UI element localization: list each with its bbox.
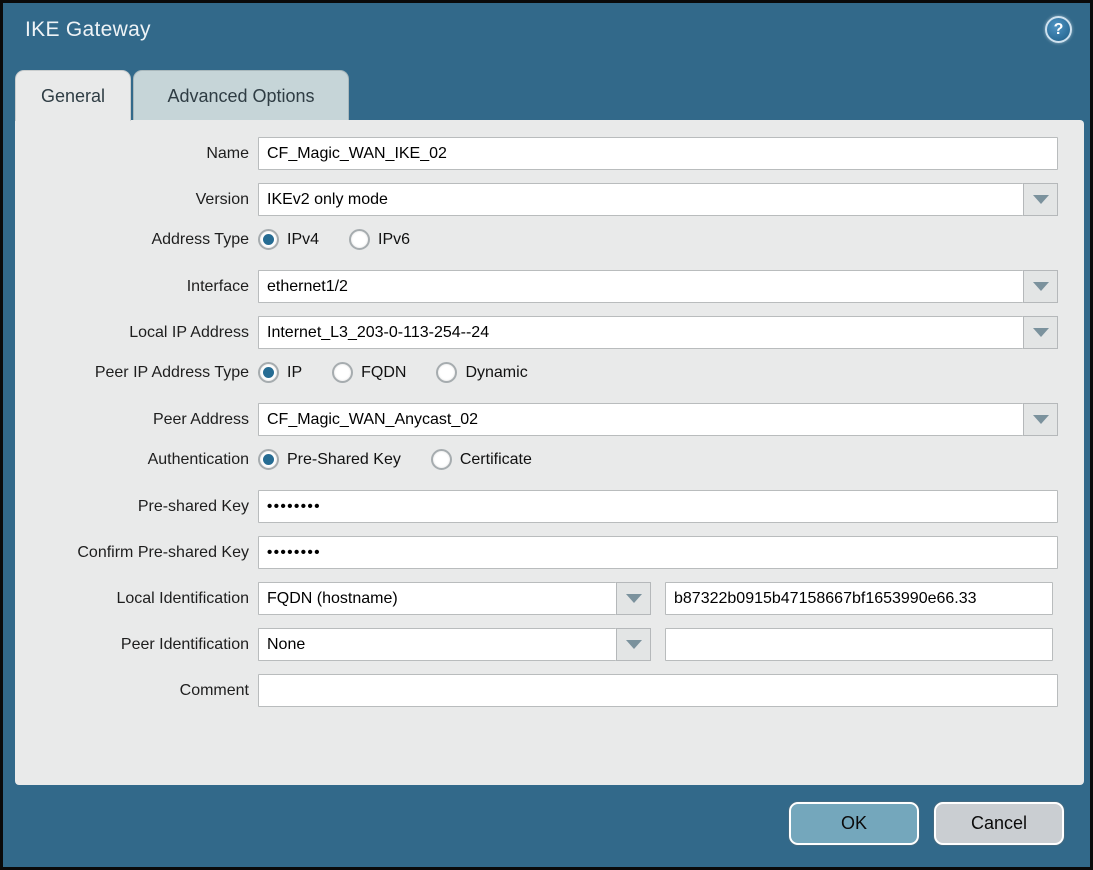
- peer-id-type-input[interactable]: [258, 628, 616, 661]
- peer-address-row: Peer Address: [15, 403, 1084, 436]
- ipv4-radio[interactable]: [258, 229, 279, 250]
- local-ip-input[interactable]: [258, 316, 1023, 349]
- tab-advanced-options[interactable]: Advanced Options: [133, 70, 349, 121]
- peer-address-input[interactable]: [258, 403, 1023, 436]
- interface-label: Interface: [15, 278, 258, 296]
- address-type-ipv6-option[interactable]: IPv6: [349, 229, 410, 250]
- version-label: Version: [15, 191, 258, 209]
- general-tab-panel: Name Version Address Type IPv4: [15, 120, 1084, 785]
- help-icon[interactable]: ?: [1045, 16, 1072, 43]
- pre-shared-key-radio-label: Pre-Shared Key: [287, 451, 401, 469]
- peer-type-ip-option[interactable]: IP: [258, 362, 302, 383]
- address-type-ipv4-option[interactable]: IPv4: [258, 229, 319, 250]
- dynamic-radio[interactable]: [436, 362, 457, 383]
- local-ip-dropdown: [258, 316, 1058, 349]
- local-ip-dropdown-button[interactable]: [1023, 316, 1058, 349]
- ipv6-radio[interactable]: [349, 229, 370, 250]
- pre-shared-key-row: Pre-shared Key: [15, 490, 1084, 523]
- confirm-pre-shared-key-input[interactable]: [258, 536, 1058, 569]
- peer-ip-type-label: Peer IP Address Type: [15, 364, 258, 382]
- local-ip-label: Local IP Address: [15, 324, 258, 342]
- pre-shared-key-label: Pre-shared Key: [15, 498, 258, 516]
- dynamic-radio-label: Dynamic: [465, 364, 527, 382]
- interface-dropdown: [258, 270, 1058, 303]
- interface-input[interactable]: [258, 270, 1023, 303]
- comment-input[interactable]: [258, 674, 1058, 707]
- name-label: Name: [15, 145, 258, 163]
- local-id-type-input[interactable]: [258, 582, 616, 615]
- dialog-titlebar: IKE Gateway ?: [3, 3, 1090, 59]
- confirm-pre-shared-key-row: Confirm Pre-shared Key: [15, 536, 1084, 569]
- chevron-down-icon: [1033, 415, 1049, 424]
- ipv4-radio-label: IPv4: [287, 231, 319, 249]
- ip-radio[interactable]: [258, 362, 279, 383]
- version-dropdown: [258, 183, 1058, 216]
- peer-id-type-dropdown-button[interactable]: [616, 628, 651, 661]
- fqdn-radio-label: FQDN: [361, 364, 406, 382]
- local-identification-row: Local Identification: [15, 582, 1084, 615]
- address-type-label: Address Type: [15, 231, 258, 249]
- chevron-down-icon: [1033, 282, 1049, 291]
- peer-address-dropdown-button[interactable]: [1023, 403, 1058, 436]
- peer-address-dropdown: [258, 403, 1058, 436]
- peer-id-value-input[interactable]: [665, 628, 1053, 661]
- auth-psk-option[interactable]: Pre-Shared Key: [258, 449, 401, 470]
- certificate-radio-label: Certificate: [460, 451, 532, 469]
- peer-type-dynamic-option[interactable]: Dynamic: [436, 362, 527, 383]
- name-row: Name: [15, 137, 1084, 170]
- dialog-title: IKE Gateway: [25, 18, 151, 42]
- version-dropdown-button[interactable]: [1023, 183, 1058, 216]
- dialog-footer: OK Cancel: [789, 802, 1064, 845]
- authentication-label: Authentication: [15, 451, 258, 469]
- address-type-row: Address Type IPv4 IPv6: [15, 229, 1084, 250]
- pre-shared-key-radio[interactable]: [258, 449, 279, 470]
- comment-label: Comment: [15, 682, 258, 700]
- version-input[interactable]: [258, 183, 1023, 216]
- chevron-down-icon: [1033, 328, 1049, 337]
- chevron-down-icon: [626, 594, 642, 603]
- chevron-down-icon: [626, 640, 642, 649]
- certificate-radio[interactable]: [431, 449, 452, 470]
- local-identification-label: Local Identification: [15, 590, 258, 608]
- cancel-button[interactable]: Cancel: [934, 802, 1064, 845]
- chevron-down-icon: [1033, 195, 1049, 204]
- peer-identification-label: Peer Identification: [15, 636, 258, 654]
- peer-identification-row: Peer Identification: [15, 628, 1084, 661]
- ike-gateway-dialog: IKE Gateway ? General Advanced Options N…: [0, 0, 1093, 870]
- interface-row: Interface: [15, 270, 1084, 303]
- name-input[interactable]: [258, 137, 1058, 170]
- comment-row: Comment: [15, 674, 1084, 707]
- tab-general[interactable]: General: [15, 70, 131, 121]
- auth-certificate-option[interactable]: Certificate: [431, 449, 532, 470]
- peer-ip-type-row: Peer IP Address Type IP FQDN Dynamic: [15, 362, 1084, 383]
- local-id-type-dropdown-button[interactable]: [616, 582, 651, 615]
- ip-radio-label: IP: [287, 364, 302, 382]
- interface-dropdown-button[interactable]: [1023, 270, 1058, 303]
- ok-button[interactable]: OK: [789, 802, 919, 845]
- peer-type-fqdn-option[interactable]: FQDN: [332, 362, 406, 383]
- tab-bar: General Advanced Options: [15, 70, 349, 121]
- confirm-pre-shared-key-label: Confirm Pre-shared Key: [15, 544, 258, 562]
- pre-shared-key-input[interactable]: [258, 490, 1058, 523]
- peer-address-label: Peer Address: [15, 411, 258, 429]
- local-ip-row: Local IP Address: [15, 316, 1084, 349]
- peer-id-type-dropdown: [258, 628, 651, 661]
- ipv6-radio-label: IPv6: [378, 231, 410, 249]
- local-id-type-dropdown: [258, 582, 651, 615]
- authentication-row: Authentication Pre-Shared Key Certificat…: [15, 449, 1084, 470]
- local-id-value-input[interactable]: [665, 582, 1053, 615]
- version-row: Version: [15, 183, 1084, 216]
- fqdn-radio[interactable]: [332, 362, 353, 383]
